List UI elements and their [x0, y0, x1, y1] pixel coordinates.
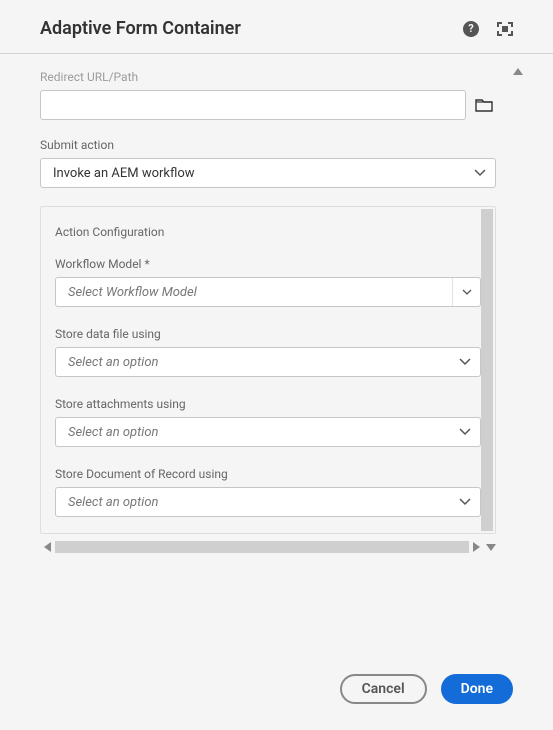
workflow-model-select[interactable]: Select Workflow Model [55, 277, 481, 307]
store-dor-label: Store Document of Record using [55, 467, 481, 481]
action-configuration-title: Action Configuration [55, 225, 481, 239]
store-data-label: Store data file using [55, 327, 481, 341]
expand-icon[interactable] [497, 22, 513, 36]
dialog-header: Adaptive Form Container ? [0, 0, 553, 54]
dialog-footer: Cancel Done [340, 674, 513, 704]
vscroll-up-arrow[interactable] [513, 68, 523, 75]
redirect-url-label: Redirect URL/Path [40, 70, 496, 84]
vertical-scrollbar[interactable] [516, 68, 520, 592]
redirect-url-input[interactable] [40, 90, 466, 120]
hscroll-track[interactable] [55, 541, 469, 553]
redirect-url-row [40, 90, 496, 120]
submit-action-value: Invoke an AEM workflow [40, 158, 496, 188]
header-icons: ? [463, 21, 513, 37]
store-data-select[interactable]: Select an option [55, 347, 481, 377]
dialog-title: Adaptive Form Container [40, 18, 241, 39]
store-attachments-select[interactable]: Select an option [55, 417, 481, 447]
workflow-model-chevron[interactable] [452, 278, 480, 306]
hscroll-right-arrow[interactable] [473, 542, 480, 552]
workflow-model-placeholder: Select Workflow Model [56, 278, 452, 306]
horizontal-scrollbar [40, 540, 496, 554]
hscroll-left-arrow[interactable] [44, 542, 51, 552]
submit-action-select[interactable]: Invoke an AEM workflow [40, 158, 496, 188]
done-button[interactable]: Done [441, 674, 513, 704]
browse-path-button[interactable] [472, 90, 496, 120]
cancel-button[interactable]: Cancel [340, 674, 427, 704]
help-icon[interactable]: ? [463, 21, 479, 37]
submit-action-label: Submit action [40, 138, 496, 152]
dialog-content: Redirect URL/Path Submit action Invoke a… [0, 54, 553, 596]
workflow-model-label: Workflow Model * [55, 257, 481, 271]
store-dor-select[interactable]: Select an option [55, 487, 481, 517]
store-attachments-label: Store attachments using [55, 397, 481, 411]
section-vertical-scrollbar[interactable] [481, 209, 493, 531]
action-configuration-section: Action Configuration Workflow Model * Se… [40, 206, 496, 534]
vscroll-down-arrow[interactable] [486, 544, 496, 551]
